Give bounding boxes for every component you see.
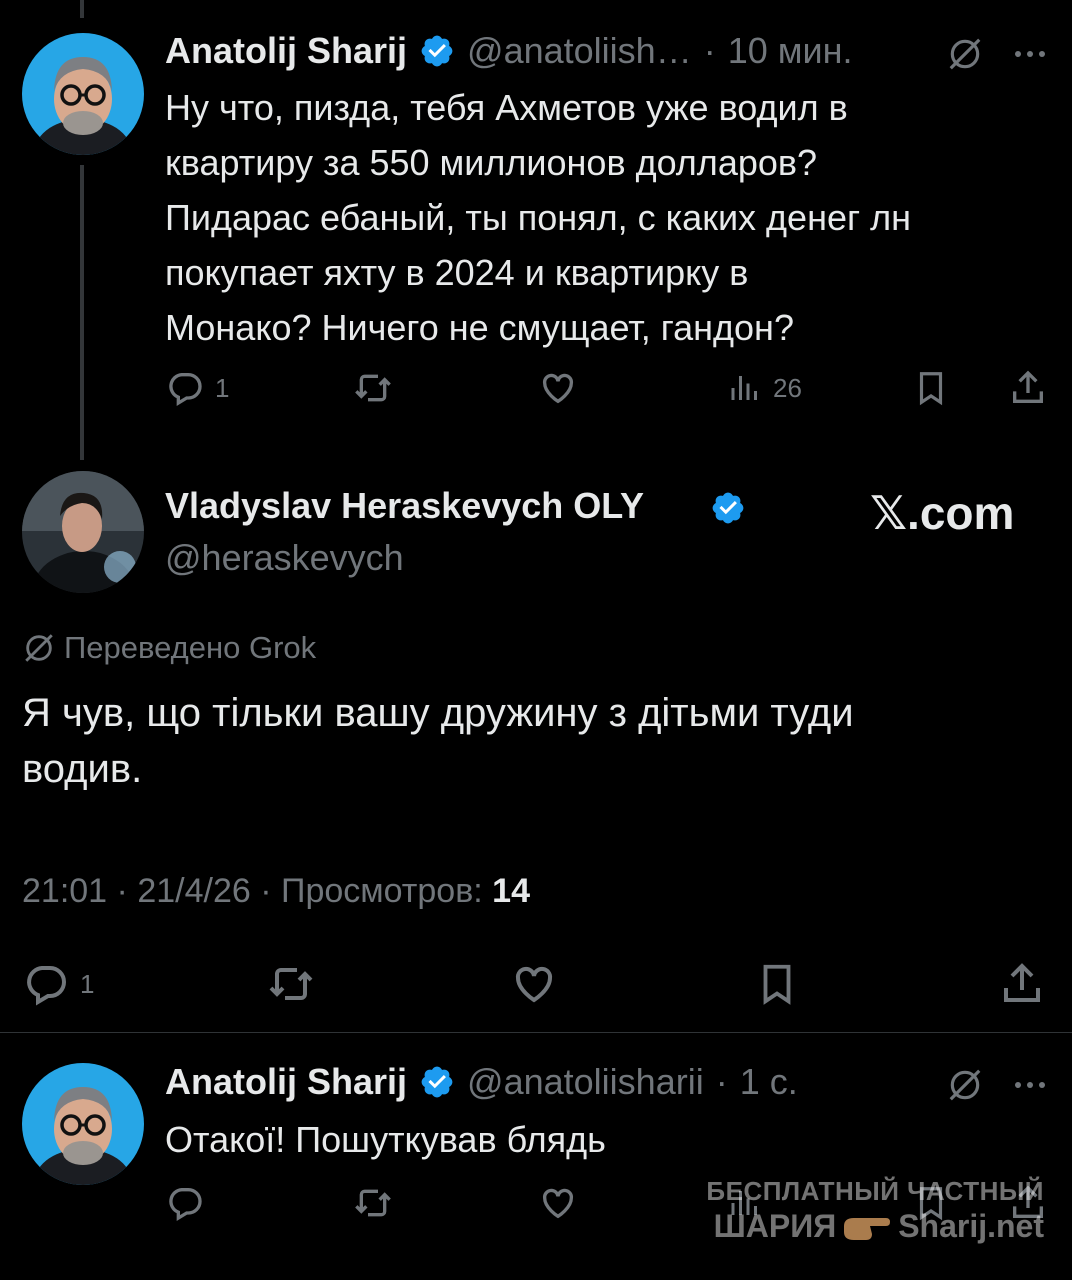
reply-count: 1 <box>80 968 95 999</box>
views-icon <box>731 376 757 400</box>
post-date[interactable]: 21/4/26 <box>137 872 250 910</box>
translated-label: Переведено Grok <box>64 630 317 665</box>
main-tweet-text: Я чув, що тільки вашу дружину з дітьми т… <box>22 685 854 797</box>
like-icon <box>542 1188 574 1219</box>
grok-icon[interactable] <box>946 35 984 73</box>
grok-icon[interactable] <box>946 1066 984 1104</box>
post-meta: 21:01 · 21/4/26 · Просмотров: 14 <box>22 872 530 911</box>
author-handle[interactable]: @anatoliisharii <box>467 1061 704 1103</box>
separator: · <box>715 1061 728 1102</box>
separator: · <box>260 872 272 910</box>
more-icon[interactable] <box>1012 1071 1048 1099</box>
pointing-hand-icon <box>844 1217 891 1240</box>
like-button[interactable] <box>537 1183 579 1223</box>
verified-badge-icon <box>421 1066 453 1098</box>
text-line: покупает яхту в 2024 и квартирку в <box>165 252 749 293</box>
views-button[interactable]: 26 <box>727 368 802 408</box>
thread-line-top <box>80 0 84 18</box>
reply-button[interactable]: 1 <box>165 368 229 408</box>
retweet-button[interactable] <box>352 368 394 408</box>
grok-icon <box>25 634 53 662</box>
tweet1-text: Ну что, пизда, тебя Ахметов уже водил в … <box>165 80 911 355</box>
main-author-name[interactable]: Vladyslav Heraskevych OLY <box>165 485 644 527</box>
watermark-left: ШАРИЯ <box>713 1208 837 1244</box>
avatar-anatolij[interactable] <box>22 1063 144 1185</box>
reply-count: 1 <box>215 372 230 403</box>
watermark-line1: БЕСПЛАТНЫЙ ЧАСТНЫЙ <box>706 1176 1044 1206</box>
main-author-handle[interactable]: @heraskevych <box>165 537 404 579</box>
share-button[interactable] <box>1008 368 1048 408</box>
views-count: 26 <box>773 372 802 403</box>
text-line: водив. <box>22 747 143 791</box>
retweet-button[interactable] <box>352 1183 394 1223</box>
translated-by-grok[interactable]: Переведено Grok <box>22 630 316 666</box>
bookmark-button[interactable] <box>912 368 950 408</box>
retweet-icon <box>355 374 391 402</box>
share-icon <box>1013 370 1043 403</box>
views-label: Просмотров: <box>281 872 483 910</box>
divider <box>0 1032 1072 1033</box>
text-line: квартиру за 550 миллионов долларов? <box>165 142 818 183</box>
tweet3-text: Отакої! Пошуткував блядь <box>165 1119 606 1160</box>
main-like-button[interactable] <box>510 960 558 1008</box>
main-share-button[interactable] <box>998 960 1046 1008</box>
watermark-right: Sharij.net <box>898 1208 1044 1244</box>
reply-icon <box>27 966 66 1006</box>
main-reply-button[interactable]: 1 <box>22 960 94 1008</box>
text-line: Монако? Ничего не смущает, гандон? <box>165 307 794 348</box>
avatar-anatolij[interactable] <box>22 33 144 155</box>
like-button[interactable] <box>537 368 579 408</box>
tweet3-header: Anatolij Sharij @anatoliisharii · 1 с. <box>165 1061 798 1103</box>
main-bookmark-button[interactable] <box>754 960 800 1008</box>
reply-icon <box>169 1188 202 1221</box>
thread-line-connector <box>80 165 84 460</box>
separator: · <box>703 30 716 71</box>
verified-badge-icon <box>421 35 453 67</box>
views-count: 14 <box>492 872 530 910</box>
post-time[interactable]: 21:01 <box>22 872 107 910</box>
bookmark-icon <box>919 372 943 406</box>
post-time[interactable]: 1 с. <box>740 1061 798 1103</box>
reply-button[interactable] <box>165 1183 205 1223</box>
share-icon <box>1004 963 1040 1002</box>
x-com-badge: 𝕏.com <box>870 487 1015 539</box>
watermark-line2: ШАРИЯ Sharij.net <box>714 1208 1044 1245</box>
main-retweet-button[interactable] <box>266 960 316 1008</box>
separator: · <box>116 872 128 910</box>
retweet-icon <box>269 968 313 1000</box>
like-icon <box>515 966 553 1003</box>
like-icon <box>542 373 574 404</box>
more-icon[interactable] <box>1012 40 1048 68</box>
text-line: Ну что, пизда, тебя Ахметов уже водил в <box>165 87 848 128</box>
author-name[interactable]: Anatolij Sharij <box>165 1061 407 1103</box>
text-line: Пидарас ебаный, ты понял, с каких денег … <box>165 197 911 238</box>
post-time[interactable]: 10 мин. <box>728 30 853 72</box>
author-name[interactable]: Anatolij Sharij <box>165 30 407 72</box>
verified-badge-icon <box>712 492 744 524</box>
tweet1-header: Anatolij Sharij @anatoliish… · 10 мин. <box>165 30 853 72</box>
bookmark-icon <box>763 964 791 1005</box>
text-line: Я чув, що тільки вашу дружину з дітьми т… <box>22 691 854 735</box>
reply-icon <box>169 373 202 406</box>
avatar-heraskevych[interactable] <box>22 471 144 593</box>
retweet-icon <box>355 1189 391 1217</box>
author-handle[interactable]: @anatoliish… <box>467 30 692 72</box>
